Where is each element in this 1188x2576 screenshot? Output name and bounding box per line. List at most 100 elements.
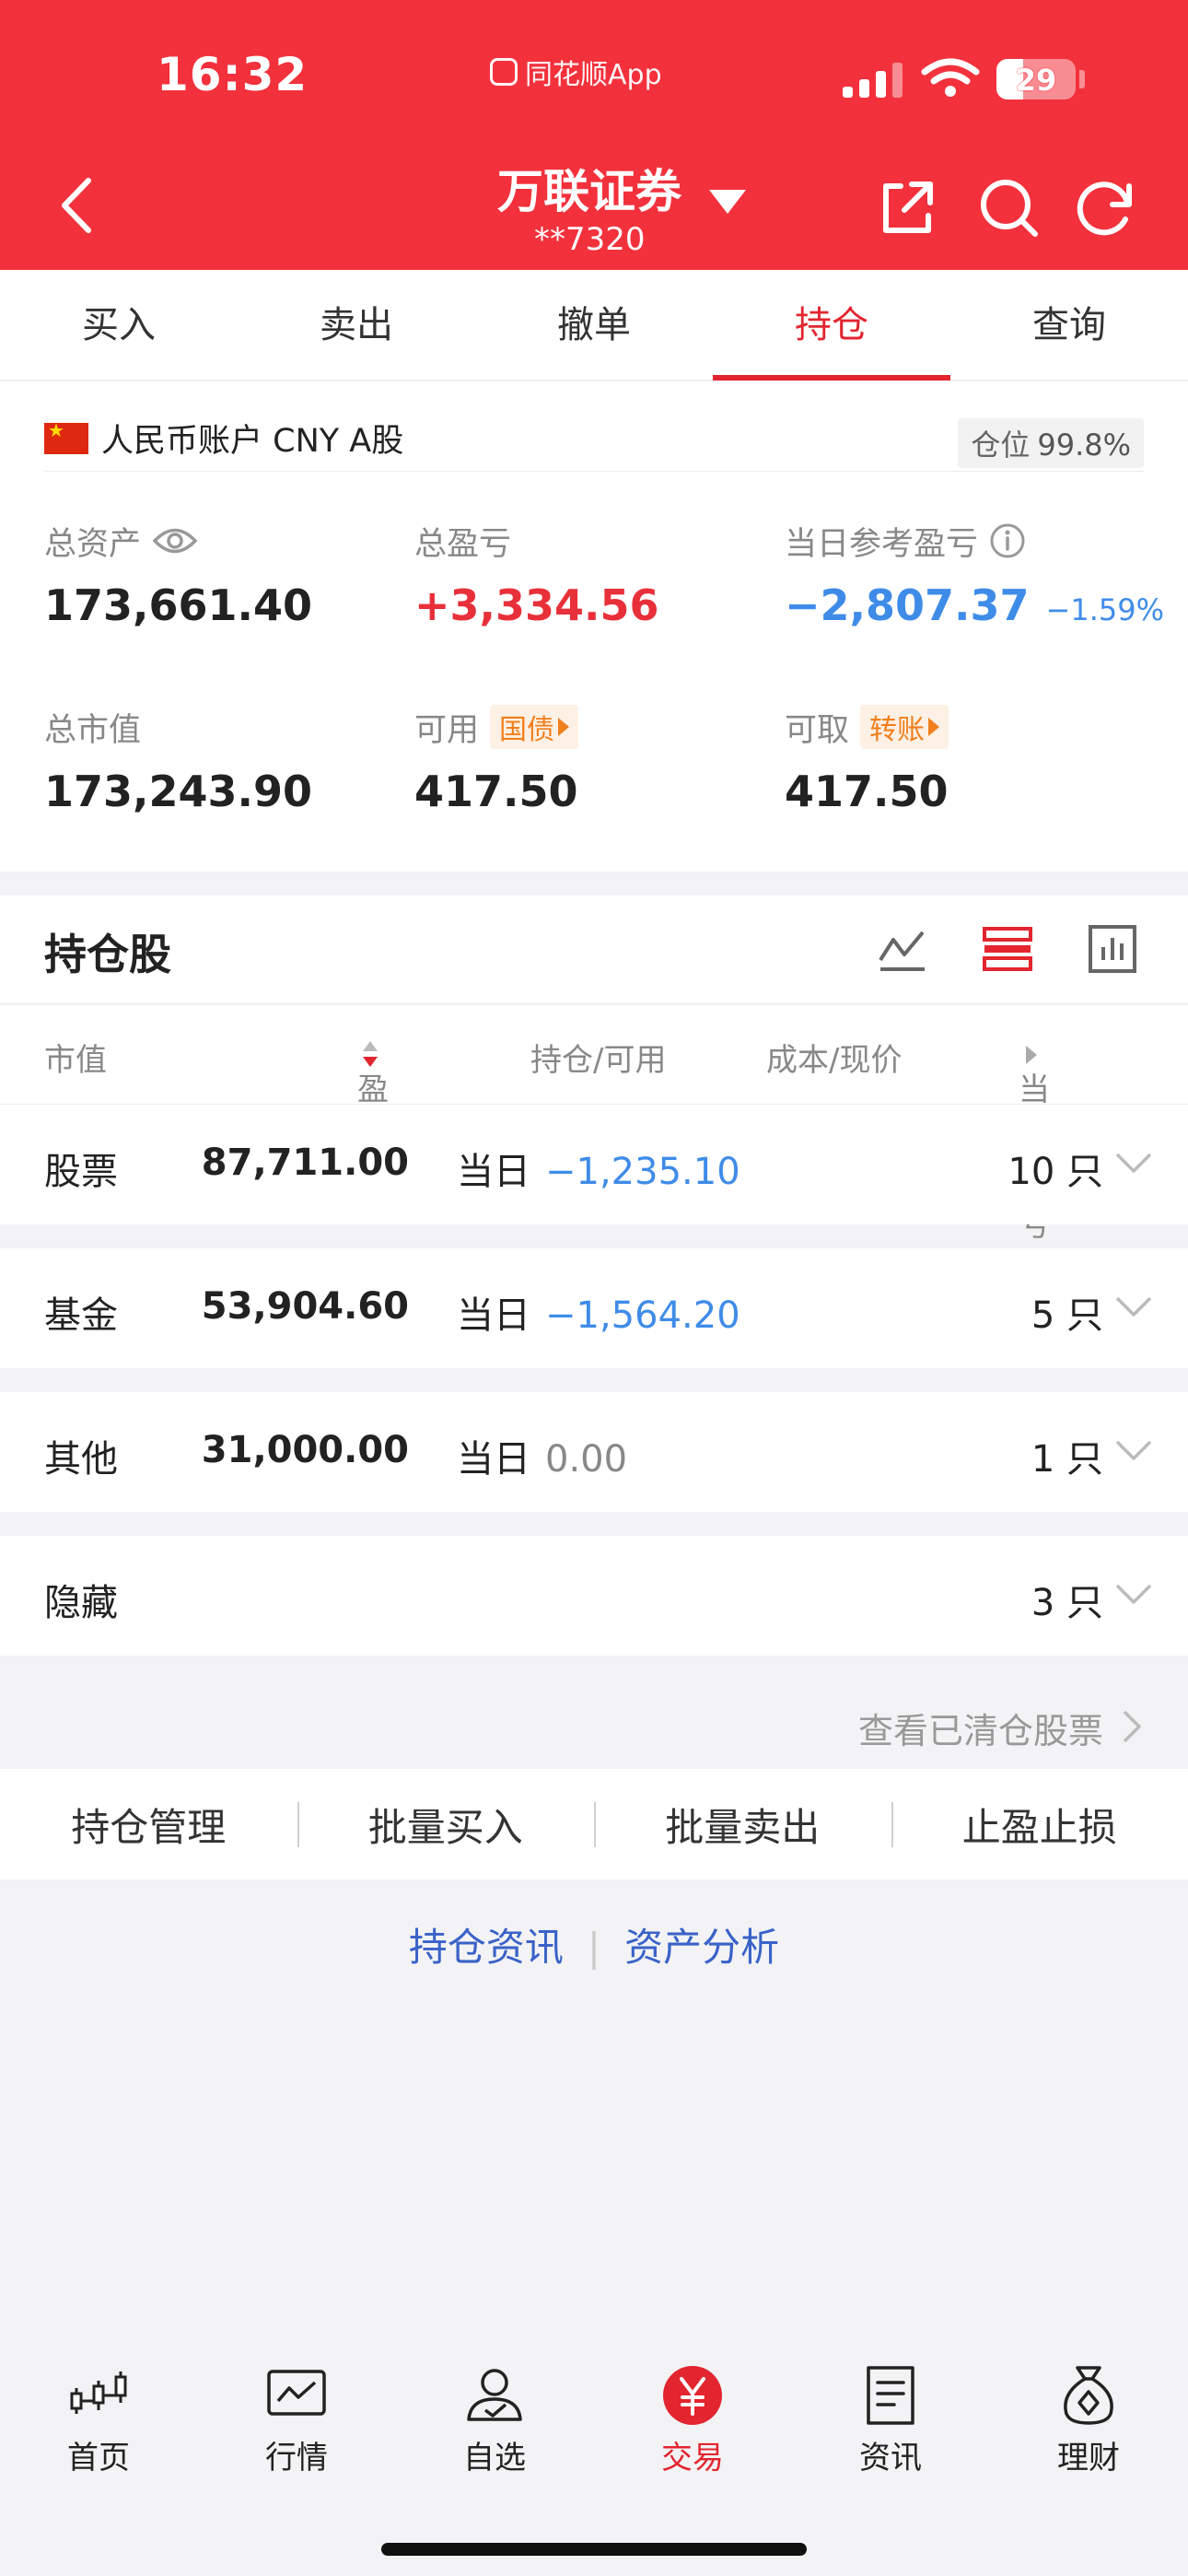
broker-title[interactable]: 万联证券 [497, 155, 681, 221]
trade-tab-bar: 买入 卖出 撤单 持仓 查询 [0, 270, 1188, 381]
day-pnl-label: 当日参考盈亏 [785, 525, 979, 563]
share-icon[interactable] [875, 175, 939, 240]
group-day-label: 当日 [457, 1294, 530, 1337]
chevron-down-icon [1115, 1584, 1152, 1604]
day-pnl: 当日参考盈亏 −2,807.37 −1.59% [785, 518, 1164, 630]
asset-analysis-link[interactable]: 资产分析 [600, 1916, 803, 1973]
triangle-right-icon [558, 718, 570, 736]
app-logo-icon [490, 58, 518, 86]
transfer-button[interactable]: 转账 [860, 705, 949, 749]
group-day-label: 当日 [457, 1438, 530, 1481]
group-count: 1 只 [1031, 1438, 1103, 1481]
group-name: 其他 [44, 1438, 118, 1481]
available-funds: 可用 国债 417.50 [414, 704, 579, 816]
group-value: 31,000.00 [201, 1429, 409, 1471]
account-row: 人民币账户 CNY A股 仓位99.8% [44, 405, 1144, 472]
money-bag-icon [1064, 2366, 1113, 2425]
nav-news[interactable]: 资讯 [826, 2362, 955, 2477]
treasury-bond-button[interactable]: 国债 [490, 705, 579, 749]
holding-group-other[interactable]: 其他 31,000.00 当日 0.00 1 只 [0, 1392, 1188, 1512]
col-position: 持仓/可用 [530, 1042, 667, 1079]
position-label: 仓位 [971, 427, 1031, 463]
holdings-news-link[interactable]: 持仓资讯 [385, 1916, 588, 1973]
nav-label: 理财 [1057, 2440, 1120, 2476]
col-day-pnl[interactable]: 当日盈亏 [1019, 1035, 1050, 1244]
position-badge: 仓位 99.8% [958, 418, 1144, 468]
day-pnl-value: −2,807.37 [785, 580, 1030, 630]
status-app-indicator[interactable]: 同花顺App [490, 52, 662, 92]
refresh-icon[interactable] [1074, 175, 1138, 240]
battery-icon: 29 [996, 59, 1076, 100]
account-dropdown-icon[interactable] [709, 190, 746, 214]
group-day-change: −1,564.20 [545, 1294, 740, 1337]
tab-sell[interactable]: 卖出 [238, 270, 475, 380]
home-indicator[interactable] [381, 2543, 807, 2556]
day-pnl-percent: −1.59% [1045, 592, 1165, 627]
holding-group-hidden[interactable]: 隐藏 3 只 [0, 1536, 1188, 1656]
nav-label: 首页 [67, 2440, 130, 2476]
batch-buy-button[interactable]: 批量买入 [297, 1797, 595, 1853]
holdings-action-bar: 持仓管理 批量买入 批量卖出 止盈止损 [0, 1769, 1188, 1879]
market-value: 总市值 173,243.90 [44, 704, 312, 817]
market-value-label: 总市值 [44, 711, 142, 749]
col-cost: 成本/现价 [766, 1042, 903, 1079]
eye-icon[interactable] [152, 525, 198, 556]
nav-label: 自选 [463, 2440, 526, 2476]
cleared-link-label: 查看已清仓股票 [857, 1711, 1103, 1751]
battery-level: 29 [1015, 63, 1057, 98]
total-assets-label: 总资产 [44, 525, 142, 563]
nav-label: 交易 [661, 2440, 724, 2476]
group-count: 10 只 [1007, 1151, 1103, 1193]
nav-watchlist[interactable]: 自选 [430, 2362, 559, 2477]
group-count: 3 只 [1031, 1582, 1103, 1624]
group-name: 基金 [44, 1294, 118, 1337]
col-pnl-sort[interactable]: 盈亏 [357, 1035, 389, 1153]
holding-group-funds[interactable]: 基金 53,904.60 当日 −1,564.20 5 只 [0, 1248, 1188, 1368]
wifi-icon [921, 58, 980, 97]
group-name: 隐藏 [44, 1582, 118, 1624]
col-market-value: 市值 [44, 1042, 107, 1079]
back-button[interactable] [46, 173, 111, 238]
holdings-column-header: 市值 盈亏 持仓/可用 成本/现价 当日盈亏 [0, 1005, 1188, 1244]
candlestick-icon [70, 2371, 127, 2414]
status-time: 16:32 [157, 48, 309, 101]
batch-sell-button[interactable]: 批量卖出 [594, 1797, 891, 1853]
group-day-change: 0.00 [545, 1438, 628, 1481]
nav-home[interactable]: 首页 [34, 2362, 163, 2477]
position-management-button[interactable]: 持仓管理 [0, 1797, 297, 1853]
transfer-label: 转账 [869, 714, 926, 746]
chevron-down-icon [1115, 1153, 1152, 1173]
status-app-name: 同花顺App [525, 59, 662, 91]
info-icon[interactable] [989, 522, 1026, 559]
sort-icon [361, 1039, 379, 1071]
withdrawable-label: 可取 [785, 711, 850, 749]
holdings-title: 持仓股 [44, 930, 171, 979]
nav-market[interactable]: 行情 [232, 2362, 361, 2477]
take-profit-stop-loss-button[interactable]: 止盈止损 [891, 1797, 1188, 1853]
tab-query[interactable]: 查询 [950, 270, 1188, 380]
bar-chart-view-icon[interactable] [1087, 923, 1138, 975]
tab-cancel-order[interactable]: 撤单 [475, 270, 713, 380]
chevron-down-icon [1115, 1440, 1152, 1460]
nav-wealth[interactable]: 理财 [1024, 2362, 1153, 2477]
list-view-icon[interactable] [982, 923, 1033, 975]
group-day-label: 当日 [457, 1151, 530, 1193]
holdings-links: 持仓资讯 | 资产分析 [0, 1916, 1188, 1973]
document-icon [867, 2366, 914, 2425]
account-number: **7320 [534, 221, 646, 258]
tab-holdings[interactable]: 持仓 [713, 270, 950, 381]
search-icon[interactable] [976, 175, 1041, 240]
total-pnl: 总盈亏 +3,334.56 [414, 518, 659, 631]
trend-view-icon[interactable] [877, 923, 928, 975]
holding-group-stocks[interactable]: 股票 87,711.00 当日 −1,235.10 10 只 [0, 1105, 1188, 1224]
nav-trade[interactable]: 交易 [628, 2362, 757, 2477]
group-day-change: −1,235.10 [545, 1151, 740, 1193]
withdrawable-funds: 可取 转账 417.50 [785, 704, 949, 816]
triangle-right-icon [928, 718, 940, 736]
chart-icon [267, 2370, 326, 2416]
tab-buy[interactable]: 买入 [0, 270, 238, 380]
withdrawable-value: 417.50 [785, 767, 949, 816]
group-value: 53,904.60 [201, 1285, 409, 1328]
view-cleared-stocks-link[interactable]: 查看已清仓股票 [0, 1677, 1188, 1769]
chevron-down-icon [1115, 1296, 1152, 1317]
